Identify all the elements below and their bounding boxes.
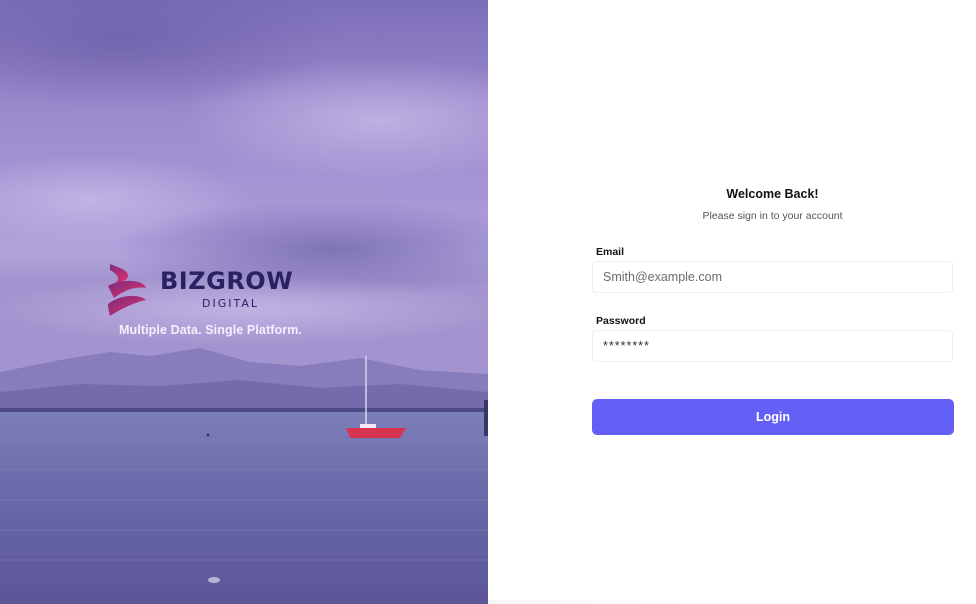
login-title: Welcome Back! — [726, 187, 819, 201]
hero-panel: BIZGROW DIGITAL Multiple Data. Single Pl… — [0, 0, 488, 604]
brand-name: BIZGROW — [160, 267, 294, 295]
brand-logo: BIZGROW DIGITAL — [106, 262, 306, 322]
brand-subtitle: DIGITAL — [202, 297, 260, 310]
login-subtitle: Please sign in to your account — [702, 210, 843, 222]
login-page: BIZGROW DIGITAL Multiple Data. Single Pl… — [0, 0, 976, 604]
login-panel — [488, 0, 976, 604]
email-label: Email — [596, 246, 625, 258]
login-button[interactable]: Login — [592, 399, 954, 435]
brand-tagline: Multiple Data. Single Platform. — [119, 323, 302, 337]
bizgrow-logo-icon — [108, 264, 146, 316]
divider — [488, 600, 688, 604]
password-field[interactable] — [592, 330, 953, 362]
email-field[interactable] — [592, 261, 953, 293]
password-label: Password — [596, 315, 646, 327]
